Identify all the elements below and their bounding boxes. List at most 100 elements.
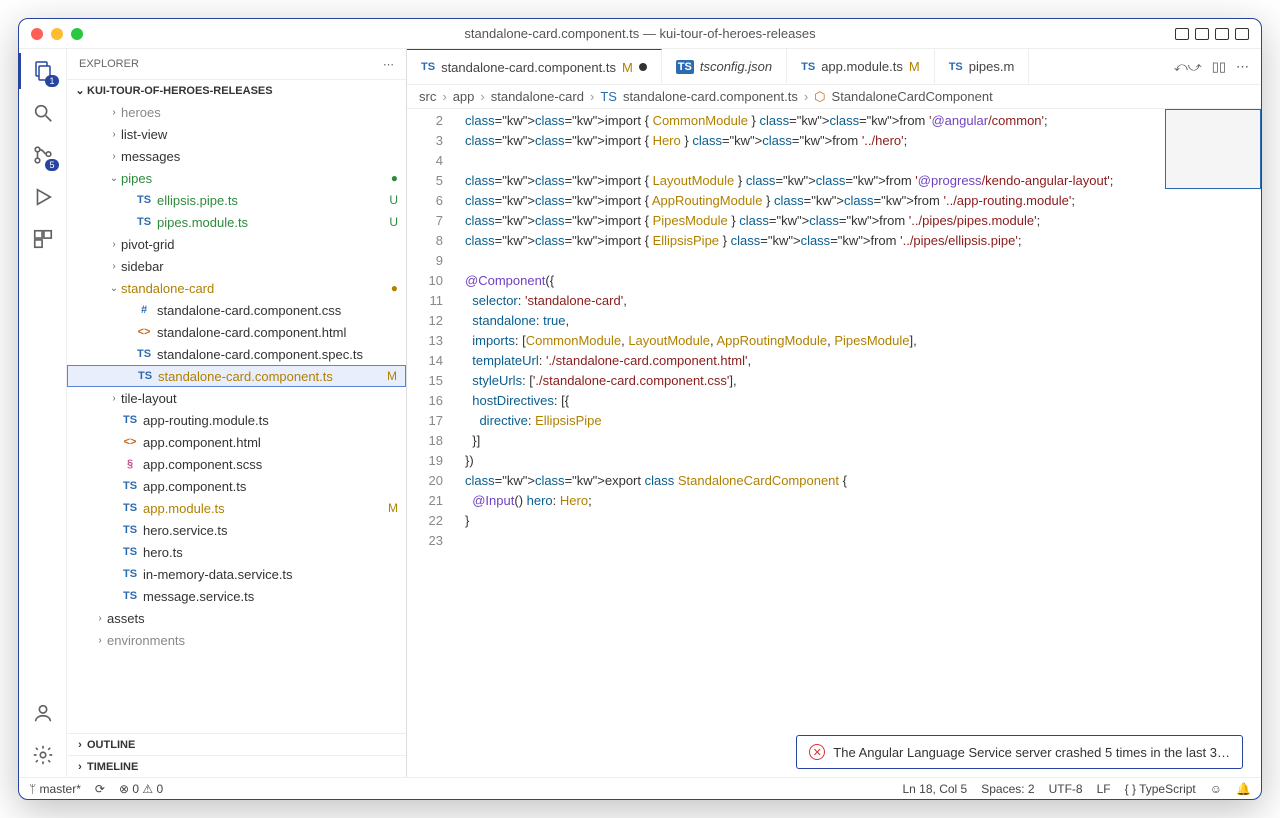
feedback-icon[interactable]: ☺	[1210, 782, 1222, 796]
file-item[interactable]: §app.component.scss	[67, 453, 406, 475]
layout-secondary-sidebar-icon[interactable]	[1215, 28, 1229, 40]
root-folder-header[interactable]: ⌄ KUI-TOUR-OF-HEROES-RELEASES	[67, 79, 406, 101]
more-actions-icon[interactable]: ⋯	[1236, 59, 1249, 75]
layout-panel-icon[interactable]	[1195, 28, 1209, 40]
eol-status[interactable]: LF	[1097, 782, 1111, 796]
folder-item[interactable]: ›tile-layout	[67, 387, 406, 409]
extensions-icon[interactable]	[31, 227, 55, 251]
code-content[interactable]: class="kw">class="kw">import { CommonMod…	[453, 109, 1261, 777]
git-status-badge: ●	[391, 171, 398, 185]
problems-status[interactable]: ⊗ 0 ⚠ 0	[119, 782, 163, 796]
notification-toast[interactable]: ✕ The Angular Language Service server cr…	[796, 735, 1243, 769]
editor-tab[interactable]: TStsconfig.json	[662, 49, 787, 84]
run-debug-icon[interactable]	[31, 185, 55, 209]
chevron-icon: ›	[93, 613, 107, 624]
file-item[interactable]: TSpipes.module.tsU	[67, 211, 406, 233]
encoding-status[interactable]: UTF-8	[1049, 782, 1083, 796]
file-item[interactable]: TSstandalone-card.component.tsM	[67, 365, 406, 387]
file-type-icon: §	[121, 458, 139, 470]
git-branch-status[interactable]: ᛘ master*	[29, 782, 81, 796]
item-label: pipes	[121, 171, 152, 186]
folder-item[interactable]: ›assets	[67, 607, 406, 629]
breadcrumbs[interactable]: src› app› standalone-card› TS standalone…	[407, 85, 1261, 109]
sync-status[interactable]: ⟳	[95, 782, 105, 796]
file-type-icon: <>	[121, 436, 139, 448]
editor-tab[interactable]: TSapp.module.tsM	[787, 49, 935, 84]
indentation-status[interactable]: Spaces: 2	[981, 782, 1034, 796]
line-gutter: 234567891011121314151617181920212223	[407, 109, 453, 777]
editor-tab[interactable]: TSpipes.m	[935, 49, 1030, 84]
file-item[interactable]: TSapp.module.tsM	[67, 497, 406, 519]
dirty-indicator-icon	[639, 63, 647, 71]
file-item[interactable]: TSin-memory-data.service.ts	[67, 563, 406, 585]
sidebar-more-icon[interactable]: ⋯	[383, 58, 394, 71]
item-label: tile-layout	[121, 391, 177, 406]
chevron-icon: ›	[107, 261, 121, 272]
file-item[interactable]: TSellipsis.pipe.tsU	[67, 189, 406, 211]
outline-section[interactable]: ›OUTLINE	[67, 733, 406, 755]
settings-gear-icon[interactable]	[31, 743, 55, 767]
explorer-icon[interactable]: 1	[31, 59, 55, 83]
language-mode[interactable]: { } TypeScript	[1125, 782, 1196, 796]
compare-changes-icon[interactable]: ⤺⤻	[1174, 59, 1202, 75]
minimap[interactable]	[1165, 109, 1261, 189]
split-editor-icon[interactable]: ▯▯	[1212, 59, 1226, 75]
scm-badge: 5	[45, 159, 58, 171]
folder-item[interactable]: ⌄pipes●	[67, 167, 406, 189]
notifications-bell-icon[interactable]: 🔔	[1236, 782, 1251, 796]
folder-item[interactable]: ›pivot-grid	[67, 233, 406, 255]
item-label: standalone-card	[121, 281, 214, 296]
git-modified-badge: M	[622, 60, 633, 75]
close-window-button[interactable]	[31, 28, 43, 40]
accounts-icon[interactable]	[31, 701, 55, 725]
item-label: hero.ts	[143, 545, 183, 560]
item-label: app.module.ts	[143, 501, 225, 516]
layout-customize-icon[interactable]	[1235, 28, 1249, 40]
file-item[interactable]: TSapp-routing.module.ts	[67, 409, 406, 431]
item-label: message.service.ts	[143, 589, 254, 604]
sidebar-title: EXPLORER	[79, 58, 139, 70]
title-bar: standalone-card.component.ts — kui-tour-…	[19, 19, 1261, 49]
item-label: messages	[121, 149, 180, 164]
file-item[interactable]: TSapp.component.ts	[67, 475, 406, 497]
file-item[interactable]: #standalone-card.component.css	[67, 299, 406, 321]
item-label: app.component.ts	[143, 479, 246, 494]
file-item[interactable]: TSstandalone-card.component.spec.ts	[67, 343, 406, 365]
file-type-icon: TS	[801, 61, 815, 73]
file-type-icon: TS	[135, 216, 153, 228]
zoom-window-button[interactable]	[71, 28, 83, 40]
folder-item[interactable]: ›sidebar	[67, 255, 406, 277]
file-type-icon: TS	[421, 61, 435, 73]
folder-item[interactable]: ›heroes	[67, 101, 406, 123]
file-type-icon: TS	[676, 60, 694, 74]
git-status-badge: M	[387, 369, 397, 383]
editor[interactable]: 234567891011121314151617181920212223 cla…	[407, 109, 1261, 777]
folder-item[interactable]: ›list-view	[67, 123, 406, 145]
item-label: standalone-card.component.html	[157, 325, 346, 340]
chevron-icon: ›	[107, 151, 121, 162]
file-type-icon: <>	[135, 326, 153, 338]
timeline-section[interactable]: ›TIMELINE	[67, 755, 406, 777]
git-status-badge: U	[389, 215, 398, 229]
folder-item[interactable]: ›messages	[67, 145, 406, 167]
file-item[interactable]: TShero.service.ts	[67, 519, 406, 541]
file-type-icon: TS	[121, 546, 139, 558]
file-item[interactable]: <>app.component.html	[67, 431, 406, 453]
editor-tab[interactable]: TSstandalone-card.component.tsM	[407, 49, 662, 84]
item-label: list-view	[121, 127, 167, 142]
file-type-icon: TS	[949, 61, 963, 73]
file-type-icon: TS	[121, 502, 139, 514]
search-icon[interactable]	[31, 101, 55, 125]
file-item[interactable]: TSmessage.service.ts	[67, 585, 406, 607]
folder-item[interactable]: ›environments	[67, 629, 406, 651]
layout-primary-sidebar-icon[interactable]	[1175, 28, 1189, 40]
item-label: app-routing.module.ts	[143, 413, 269, 428]
cursor-position[interactable]: Ln 18, Col 5	[903, 782, 968, 796]
file-item[interactable]: <> standalone-card.component.html	[67, 321, 406, 343]
file-type-icon: #	[135, 304, 153, 316]
source-control-icon[interactable]: 5	[31, 143, 55, 167]
file-item[interactable]: TS hero.ts	[67, 541, 406, 563]
folder-item[interactable]: ⌄standalone-card●	[67, 277, 406, 299]
file-type-icon: TS	[121, 524, 139, 536]
minimize-window-button[interactable]	[51, 28, 63, 40]
